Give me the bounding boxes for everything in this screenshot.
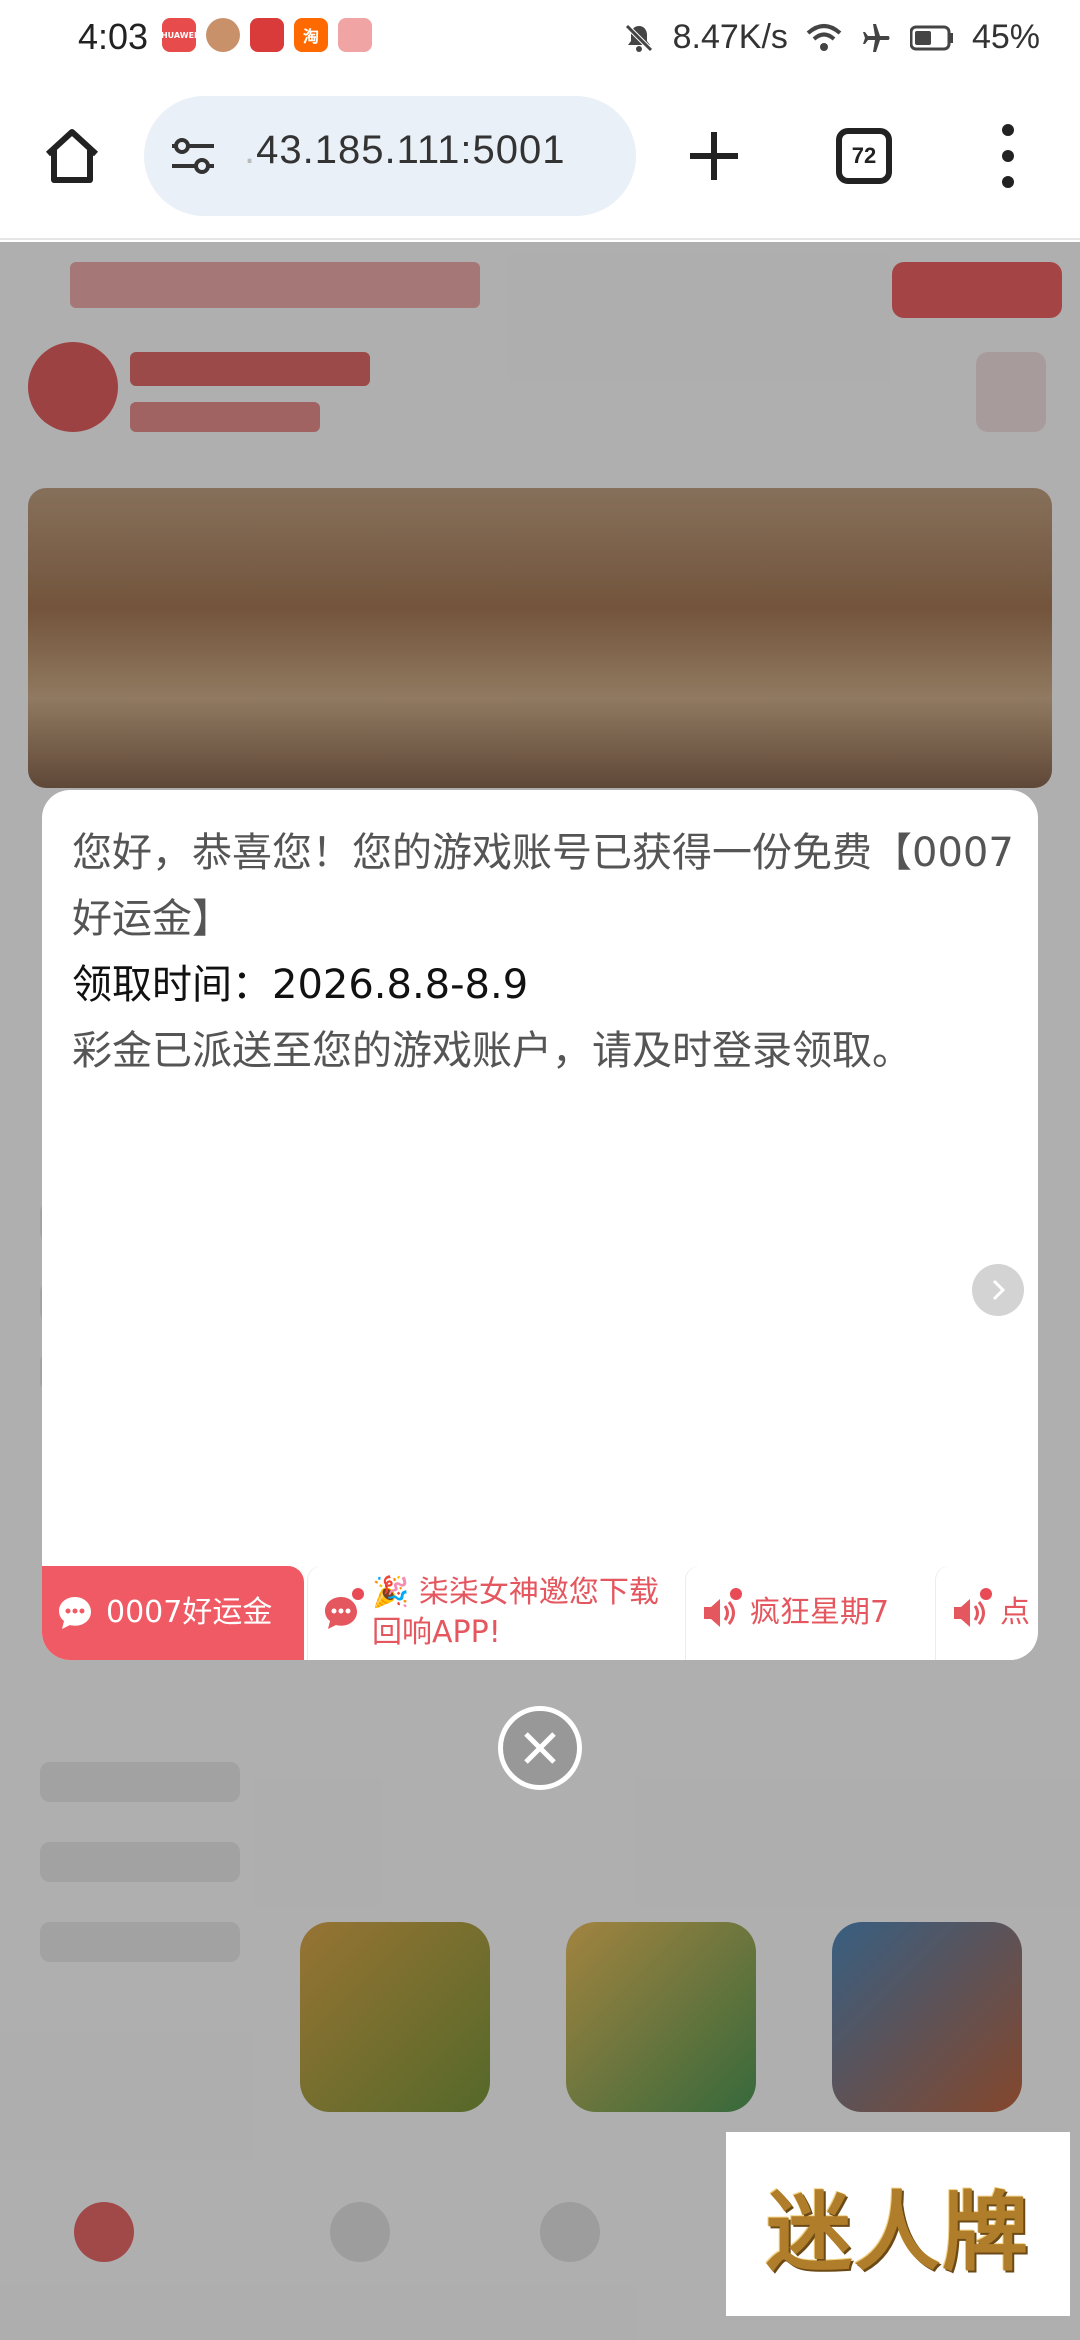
dialog-claim-time: 领取时间：2026.8.8-8.9 — [72, 962, 529, 1008]
browser-toolbar: .43.185.111:5001 72 — [0, 80, 1080, 240]
status-app-icons: HUAWEI 淘 — [161, 18, 372, 52]
tab-announcement-4[interactable]: 点 — [936, 1566, 1034, 1660]
taobao-app-icon: 淘 — [294, 18, 328, 52]
speaker-icon — [700, 1588, 742, 1632]
wifi-icon — [806, 23, 842, 53]
dialog-message: 您好，恭喜您！您的游戏账号已获得一份免费【0007好运金】 领取时间：2026.… — [72, 820, 1018, 1084]
dialog-message-line: 您好，恭喜您！您的游戏账号已获得一份免费【0007好运金】 — [72, 830, 1014, 942]
address-bar[interactable]: .43.185.111:5001 — [144, 96, 636, 216]
next-arrow-icon[interactable] — [972, 1264, 1024, 1316]
speaker-icon — [950, 1588, 992, 1632]
tab-announcement-1[interactable]: 0007好运金 — [42, 1566, 304, 1660]
unread-dot — [352, 1588, 364, 1600]
watermark-logo: 迷人牌 — [726, 2132, 1070, 2316]
status-bar: 4:03 HUAWEI 淘 8.47K/s 45% — [0, 0, 1080, 80]
new-tab-icon[interactable] — [686, 128, 742, 184]
chat-bubble-icon — [322, 1588, 364, 1632]
airplane-icon — [860, 22, 892, 54]
unread-dot — [730, 1588, 742, 1600]
unread-dot — [980, 1588, 992, 1600]
huawei-app-icon: HUAWEI — [161, 18, 197, 52]
mall-app-icon — [338, 18, 372, 52]
network-speed: 8.47K/s — [672, 18, 788, 56]
bell-muted-icon — [623, 22, 655, 54]
tab-label: 🎉 柒柒女神邀您下载回响APP! — [372, 1575, 659, 1650]
site-settings-icon[interactable] — [168, 134, 218, 178]
close-icon — [524, 1732, 556, 1764]
tab-announcement-2[interactable]: 🎉 柒柒女神邀您下载回响APP! — [308, 1566, 682, 1660]
announcement-tabs: 0007好运金 🎉 柒柒女神邀您下载回响APP! 疯狂星期7 点 — [42, 1566, 1038, 1660]
game-app-icon — [250, 18, 284, 52]
url-text[interactable]: .43.185.111:5001 — [244, 128, 565, 173]
status-time: 4:03 — [78, 16, 149, 57]
battery-percent: 45% — [971, 18, 1040, 56]
announcement-dialog: 您好，恭喜您！您的游戏账号已获得一份免费【0007好运金】 领取时间：2026.… — [42, 790, 1038, 1660]
close-dialog-button[interactable] — [498, 1706, 582, 1790]
tab-label: 0007好运金 — [106, 1595, 273, 1630]
tab-count: 72 — [851, 143, 877, 168]
watermark-text: 迷人牌 — [766, 2181, 1030, 2283]
dialog-message-line: 彩金已派送至您的游戏账户，请及时登录领取。 — [72, 1028, 912, 1074]
more-menu-icon[interactable] — [992, 124, 1024, 188]
status-right: 8.47K/s 45% — [623, 18, 1040, 57]
tab-label: 疯狂星期7 — [750, 1595, 890, 1630]
battery-icon — [909, 25, 954, 51]
avatar-app-icon — [206, 18, 240, 52]
home-icon[interactable] — [40, 124, 104, 188]
tab-switcher-button[interactable]: 72 — [836, 128, 892, 184]
chat-bubble-icon — [56, 1594, 94, 1632]
tab-announcement-3[interactable]: 疯狂星期7 — [686, 1566, 932, 1660]
tab-label: 点 — [1000, 1595, 1030, 1630]
